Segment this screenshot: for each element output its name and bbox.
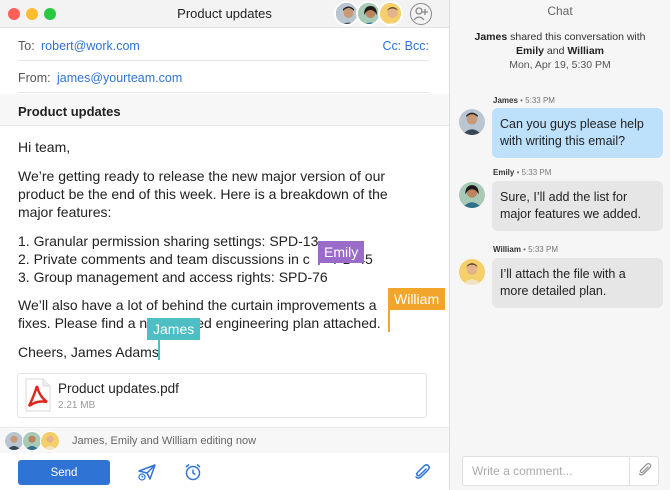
- avatar-william: [459, 259, 485, 285]
- subject-text: Product updates: [18, 104, 121, 119]
- pdf-icon: [25, 378, 51, 412]
- comment-input[interactable]: [463, 457, 628, 485]
- message-bubble: Can you guys please help with writing th…: [492, 108, 663, 158]
- chat-title: Chat: [547, 4, 573, 18]
- share-action: shared this conversation with: [507, 31, 646, 43]
- message-bubble: Sure, I’ll add the list for major featur…: [492, 181, 663, 231]
- message-time: • 5:33 PM: [517, 96, 555, 105]
- email-paragraph-2[interactable]: We’ll also have a lot of behind the curt…: [18, 296, 438, 332]
- email-signoff[interactable]: Cheers, James Adams: [18, 343, 438, 361]
- email-paragraph-1[interactable]: We’re getting ready to release the new m…: [18, 167, 438, 221]
- to-recipient[interactable]: robert@work.com: [41, 39, 140, 53]
- message-author: James: [493, 96, 518, 105]
- paperclip-icon[interactable]: [412, 462, 432, 482]
- editing-status-bar: James, Emily and William editing now: [0, 427, 449, 453]
- from-label: From:: [18, 71, 51, 85]
- attachment-name: Product updates.pdf: [58, 381, 179, 396]
- chat-panel: Chat James shared this conversation with…: [450, 0, 670, 490]
- email-greeting[interactable]: Hi team,: [18, 138, 438, 156]
- share-conj: and: [543, 45, 568, 57]
- comment-box: [462, 456, 659, 486]
- message-meta: William • 5:33 PM: [493, 245, 558, 254]
- from-sender[interactable]: james@yourteam.com: [57, 71, 182, 85]
- message-meta: Emily • 5:33 PM: [493, 168, 551, 177]
- to-field-row: To: robert@work.com Cc: Bcc:: [18, 29, 429, 61]
- avatar-emily: [459, 182, 485, 208]
- avatar-william: [40, 431, 60, 451]
- avatar-emily: [22, 431, 42, 451]
- body-line: product be the end of this week. Here is…: [18, 186, 388, 202]
- to-label: To:: [18, 39, 35, 53]
- message-time: • 5:33 PM: [520, 245, 558, 254]
- from-field-row: From: james@yourteam.com: [18, 61, 429, 93]
- message-bubble: I’ll attach the file with a more detaile…: [492, 258, 663, 308]
- message-author: Emily: [493, 168, 515, 177]
- body-line: major features:: [18, 204, 112, 220]
- feature-list[interactable]: 1. Granular permission sharing settings:…: [18, 232, 438, 286]
- message-time: • 5:33 PM: [514, 168, 552, 177]
- william-cursor-label: William: [388, 288, 446, 310]
- body-line: fixes. Please find a n iled engineering …: [18, 315, 381, 331]
- send-button[interactable]: Send: [18, 460, 110, 485]
- share-target-1: Emily: [515, 45, 544, 57]
- body-line: We’ll also have a lot of behind the curt…: [18, 297, 377, 313]
- message-author: William: [493, 245, 521, 254]
- body-line: We’re getting ready to release the new m…: [18, 168, 386, 184]
- send-later-icon[interactable]: [137, 462, 157, 482]
- avatar-james: [4, 431, 24, 451]
- subject-field[interactable]: Product updates: [0, 94, 449, 126]
- avatar-james: [459, 109, 485, 135]
- attachment-card[interactable]: Product updates.pdf 2.21 MB: [17, 373, 427, 418]
- share-actor: James: [474, 31, 508, 43]
- share-target-2: William: [567, 45, 605, 57]
- avatar-william[interactable]: [378, 1, 403, 26]
- alarm-clock-icon[interactable]: [183, 462, 203, 482]
- title-bar: Product updates: [0, 0, 449, 28]
- compose-panel: Product updates To: robert@work.com Cc: …: [0, 0, 449, 490]
- share-date: Mon, Apr 19, 5:30 PM: [509, 59, 611, 71]
- james-cursor-label: James: [147, 318, 201, 340]
- message-meta: James • 5:33 PM: [493, 96, 555, 105]
- list-item: 1. Granular permission sharing settings:…: [18, 233, 319, 249]
- list-item: 3. Group management and access rights: S…: [18, 269, 328, 285]
- emily-cursor-label: Emily: [318, 241, 365, 263]
- list-item: 2. Private comments and team discussions…: [18, 251, 373, 267]
- share-notice: James shared this conversation with Emil…: [450, 30, 670, 72]
- cc-bcc-link[interactable]: Cc: Bcc:: [382, 39, 429, 53]
- add-person-icon[interactable]: [410, 3, 432, 25]
- editing-status-text: James, Emily and William editing now: [72, 435, 257, 447]
- attachment-size: 2.21 MB: [58, 400, 96, 411]
- comment-attach-icon[interactable]: [629, 457, 659, 485]
